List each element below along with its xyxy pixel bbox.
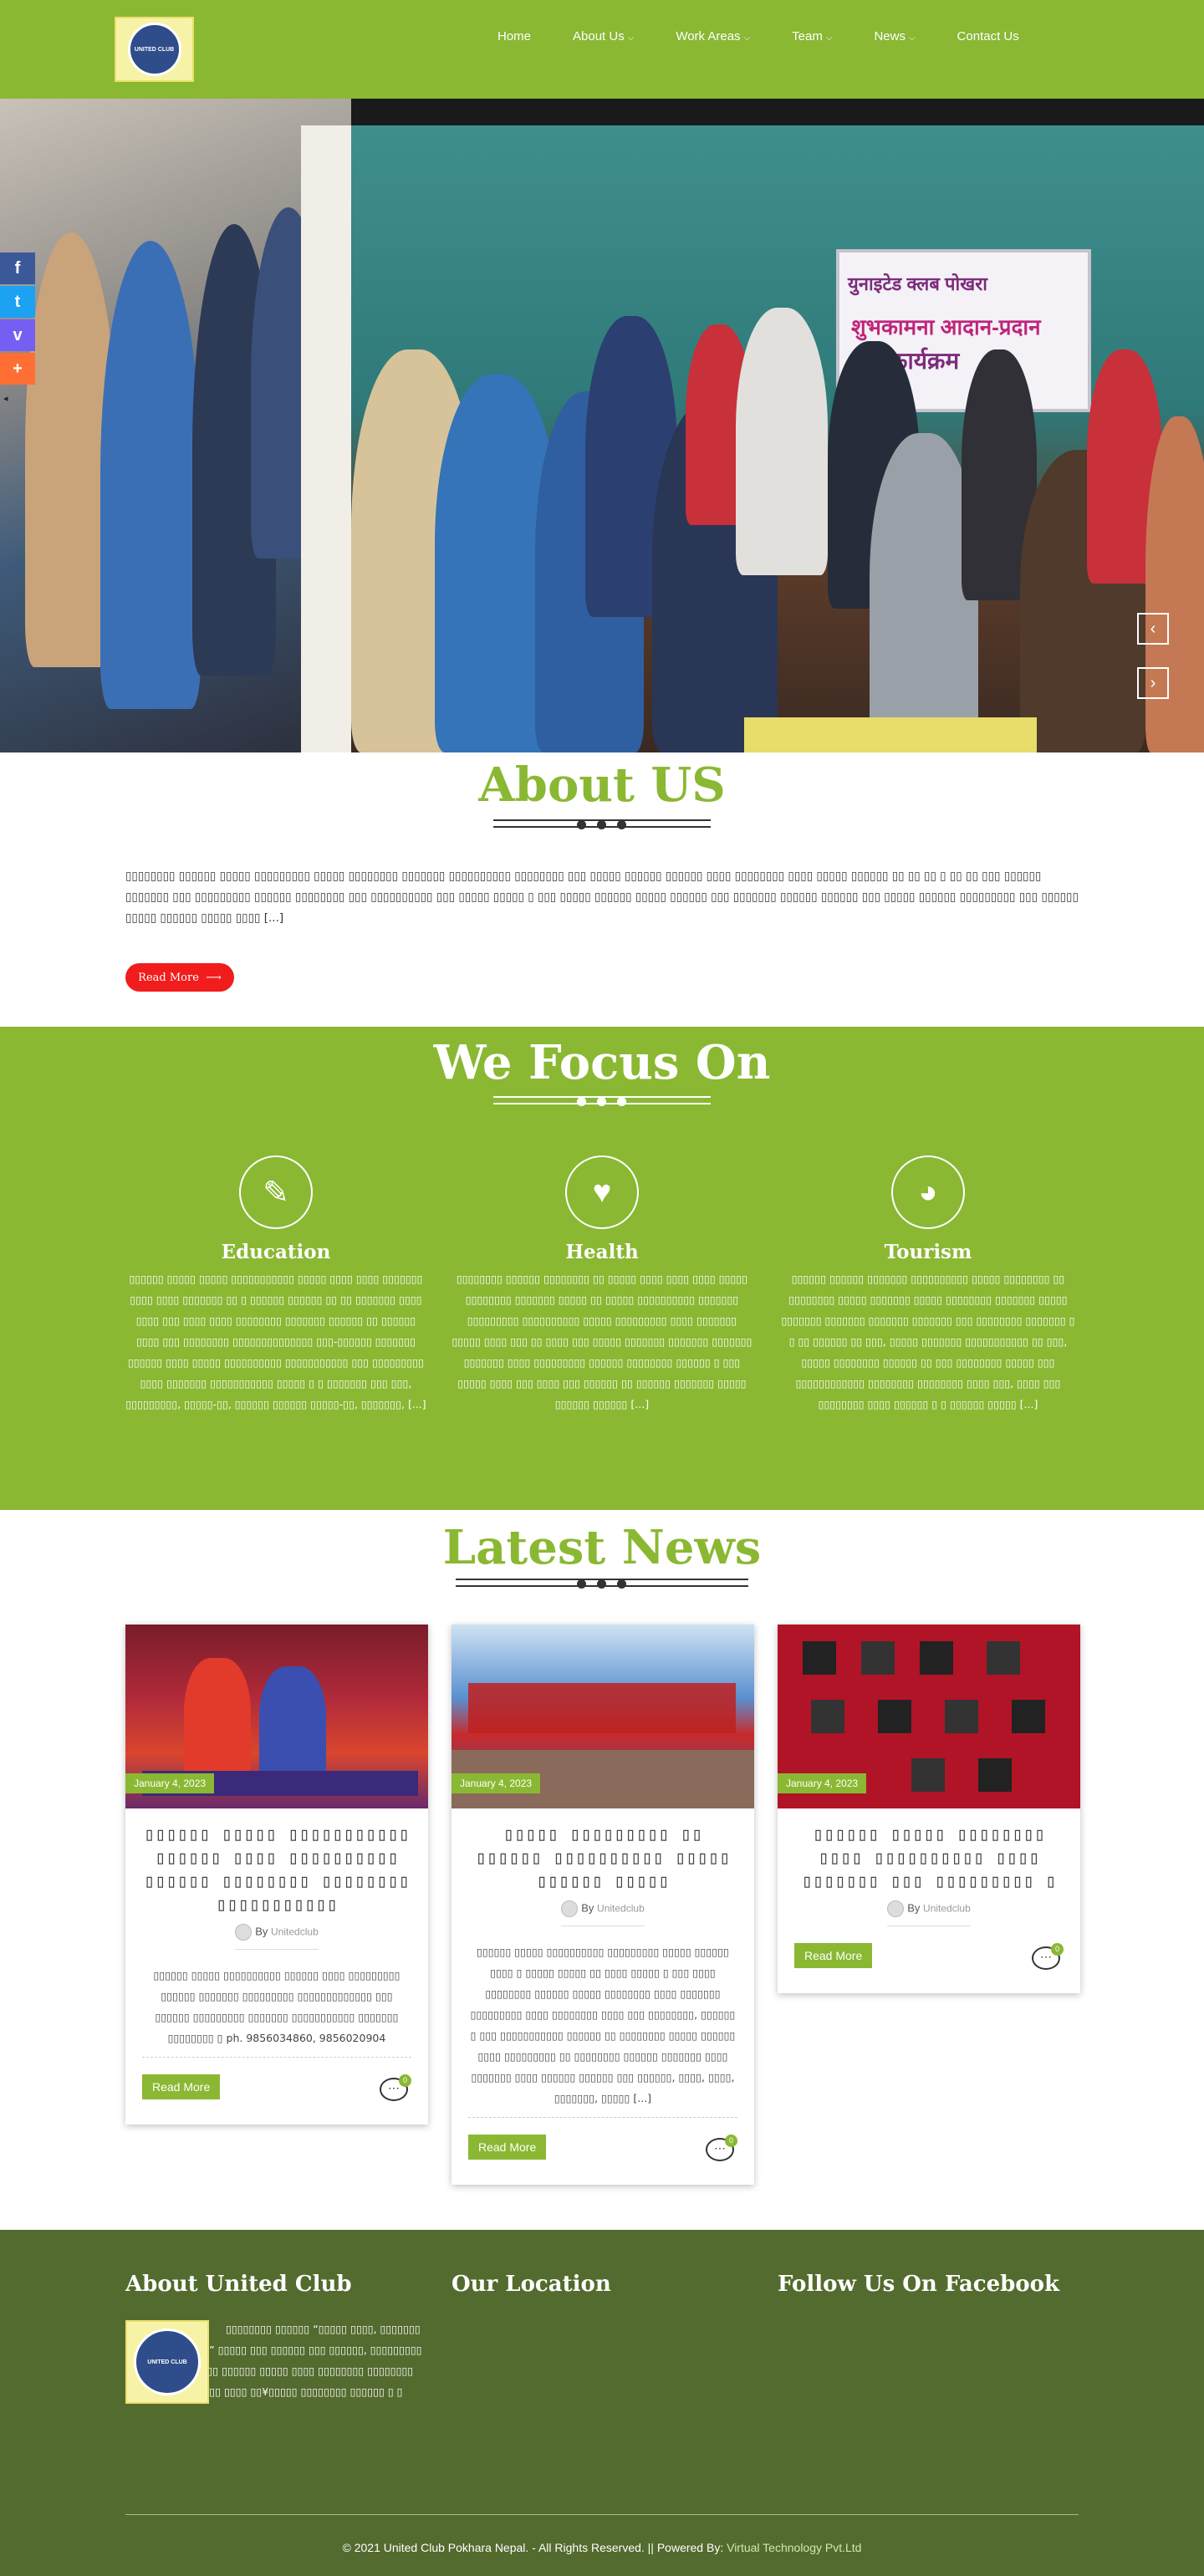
title-divider <box>493 818 711 831</box>
comment-count: 0 <box>725 2135 737 2147</box>
chevron-down-icon: ⌵ <box>908 33 916 43</box>
footer-location-title: Our Location <box>452 2272 611 2297</box>
chevron-down-icon: ⌵ <box>825 33 833 43</box>
news-read-more-button[interactable]: Read More <box>142 2074 221 2099</box>
pencil-icon: ✎ <box>239 1155 313 1229</box>
nav-about-us[interactable]: About Us ⌵ <box>552 28 655 47</box>
news-author: By Unitedclub <box>452 1900 754 1917</box>
focus-item-education: ✎ Education ▯▯▯▯▯▯ ▯▯▯▯▯ ▯▯▯▯▯ ▯▯▯▯▯▯▯▯▯… <box>125 1155 426 1415</box>
title-divider <box>493 1094 711 1108</box>
logo-emblem: UNITED CLUB <box>127 23 181 76</box>
footer-facebook-title: Follow Us On Facebook <box>778 2272 1060 2297</box>
comment-count: 0 <box>399 2074 411 2087</box>
focus-section: We Focus On ✎ Education ▯▯▯▯▯▯ ▯▯▯▯▯ ▯▯▯… <box>0 1027 1204 1510</box>
share-toggle-button[interactable]: ◂ <box>3 393 8 404</box>
news-title-link[interactable]: ▯▯▯▯▯ ▯▯▯▯▯▯▯▯▯ ▯▯ ▯▯▯▯▯▯ ▯▯▯▯▯▯▯▯▯▯ ▯▯▯… <box>452 1808 754 1894</box>
arrow-right-icon: ⟶ <box>206 971 222 984</box>
avatar <box>235 1924 253 1941</box>
news-title-link[interactable]: ▯▯▯▯▯▯ ▯▯▯▯▯ ▯▯▯▯▯▯▯▯▯▯▯ ▯▯▯▯▯▯ ▯▯▯▯ ▯▯▯… <box>125 1808 428 1917</box>
hero-photo-left <box>0 99 351 752</box>
main-nav: Home About Us ⌵ Work Areas ⌵ Team ⌵ News ⌵ C… <box>477 28 1040 47</box>
comment-icon[interactable]: ⋯ 0 <box>1032 1943 1064 1973</box>
globe-icon: ◕ <box>891 1155 965 1229</box>
logo-emblem: UNITED CLUB <box>134 2329 201 2395</box>
comment-count: 0 <box>1051 1943 1064 1956</box>
focus-item-text: ▯▯▯▯▯▯▯▯ ▯▯▯▯▯▯ ▯▯▯▯▯▯▯▯ ▯▯ ▯▯▯▯▯ ▯▯▯▯ ▯… <box>452 1273 752 1410</box>
heart-icon: ♥ <box>565 1155 639 1229</box>
facebook-share-button[interactable]: f <box>0 252 35 284</box>
twitter-share-button[interactable]: t <box>0 286 35 318</box>
news-image[interactable]: January 4, 2023 <box>452 1625 754 1808</box>
chevron-left-icon: ‹ <box>1150 619 1156 638</box>
nav-news[interactable]: News ⌵ <box>853 28 936 47</box>
news-excerpt: ▯▯▯▯▯▯ ▯▯▯▯▯ ▯▯▯▯▯▯▯▯▯▯ ▯▯▯▯▯▯▯▯▯ ▯▯▯▯▯ … <box>470 1946 736 2104</box>
nav-team[interactable]: Team ⌵ <box>771 28 853 47</box>
news-title-link[interactable]: ▯▯▯▯▯▯ ▯▯▯▯▯ ▯▯▯▯▯▯▯▯ ▯▯▯▯ ▯▯▯▯▯▯▯▯▯▯ ▯▯… <box>778 1808 1080 1894</box>
news-image[interactable]: January 4, 2023 <box>125 1625 428 1808</box>
news-image[interactable]: January 4, 2023 <box>778 1625 1080 1808</box>
news-title: Latest News <box>442 1520 762 1575</box>
title-divider <box>456 1577 748 1590</box>
news-date: January 4, 2023 <box>125 1773 215 1793</box>
news-card: January 4, 2023 ▯▯▯▯▯▯ ▯▯▯▯▯ ▯▯▯▯▯▯▯▯ ▯▯… <box>778 1625 1080 1993</box>
chevron-down-icon: ⌵ <box>743 33 751 43</box>
site-logo[interactable]: UNITED CLUB <box>115 17 194 82</box>
about-title: About US <box>478 757 726 813</box>
news-read-more-button[interactable]: Read More <box>794 1943 873 1968</box>
focus-item-title[interactable]: Tourism <box>778 1241 1079 1263</box>
focus-item-tourism: ◕ Tourism ▯▯▯▯▯▯ ▯▯▯▯▯▯ ▯▯▯▯▯▯▯ ▯▯▯▯▯▯▯▯… <box>778 1155 1079 1415</box>
news-author: By Unitedclub <box>125 1924 428 1941</box>
avatar <box>887 1900 905 1917</box>
focus-item-health: ♥ Health ▯▯▯▯▯▯▯▯ ▯▯▯▯▯▯ ▯▯▯▯▯▯▯▯ ▯▯ ▯▯▯… <box>452 1155 752 1415</box>
focus-title: We Focus On <box>433 1035 771 1090</box>
about-text: ▯▯▯▯▯▯▯▯ ▯▯▯▯▯▯ ▯▯▯▯▯ ▯▯▯▯▯▯▯▯▯ ▯▯▯▯▯ ▯▯… <box>125 870 1079 925</box>
chevron-right-icon: › <box>1150 673 1156 692</box>
hero-slider: युनाइटेड क्लब पोखरा शुभकामना आदान-प्रदान… <box>0 99 1204 752</box>
focus-item-title[interactable]: Education <box>125 1241 426 1263</box>
comment-icon[interactable]: ⋯ 0 <box>380 2074 411 2104</box>
nav-contact-us[interactable]: Contact Us <box>936 28 1040 47</box>
twitter-icon: t <box>14 292 21 311</box>
more-share-button[interactable]: + <box>0 353 35 385</box>
nav-work-areas[interactable]: Work Areas ⌵ <box>655 28 771 47</box>
collapse-icon: ◂ <box>3 394 8 404</box>
nav-home[interactable]: Home <box>477 28 552 47</box>
focus-item-title[interactable]: Health <box>452 1241 752 1263</box>
news-card: January 4, 2023 ▯▯▯▯▯ ▯▯▯▯▯▯▯▯▯ ▯▯ ▯▯▯▯▯… <box>452 1625 754 2185</box>
about-read-more-button[interactable]: Read More ⟶ <box>125 963 234 992</box>
chevron-down-icon: ⌵ <box>627 33 635 43</box>
comment-icon[interactable]: ⋯ 0 <box>706 2135 737 2165</box>
plus-icon: + <box>13 359 23 378</box>
site-footer: About United Club Our Location Follow Us… <box>0 2230 1204 2576</box>
footer-logo: UNITED CLUB <box>125 2320 209 2404</box>
slider-prev-button[interactable]: ‹ <box>1137 613 1169 645</box>
footer-about-title: About United Club <box>125 2272 352 2297</box>
facebook-icon: f <box>14 258 21 278</box>
news-excerpt: ▯▯▯▯▯▯ ▯▯▯▯▯ ▯▯▯▯▯▯▯▯▯▯ ▯▯▯▯▯▯ ▯▯▯▯ ▯▯▯▯… <box>153 1969 400 2044</box>
focus-item-text: ▯▯▯▯▯▯ ▯▯▯▯▯▯ ▯▯▯▯▯▯▯ ▯▯▯▯▯▯▯▯▯▯ ▯▯▯▯▯ ▯… <box>781 1273 1075 1410</box>
news-read-more-button[interactable]: Read More <box>468 2135 547 2160</box>
avatar <box>561 1900 579 1917</box>
share-bar: f t v + <box>0 252 35 386</box>
news-date: January 4, 2023 <box>452 1773 541 1793</box>
viber-icon: v <box>13 325 23 344</box>
copyright: © 2021 United Club Pokhara Nepal. - All … <box>342 2541 862 2554</box>
focus-item-text: ▯▯▯▯▯▯ ▯▯▯▯▯ ▯▯▯▯▯ ▯▯▯▯▯▯▯▯▯▯▯ ▯▯▯▯▯ ▯▯▯… <box>125 1273 426 1410</box>
news-author: By Unitedclub <box>778 1900 1080 1917</box>
news-date: January 4, 2023 <box>778 1773 867 1793</box>
slider-next-button[interactable]: › <box>1137 667 1169 699</box>
site-header: UNITED CLUB Home About Us ⌵ Work Areas ⌵ T… <box>0 0 1204 99</box>
powered-by-link[interactable]: Virtual Technology Pvt.Ltd <box>727 2541 861 2554</box>
viber-share-button[interactable]: v <box>0 319 35 351</box>
news-card: January 4, 2023 ▯▯▯▯▯▯ ▯▯▯▯▯ ▯▯▯▯▯▯▯▯▯▯▯… <box>125 1625 428 2125</box>
